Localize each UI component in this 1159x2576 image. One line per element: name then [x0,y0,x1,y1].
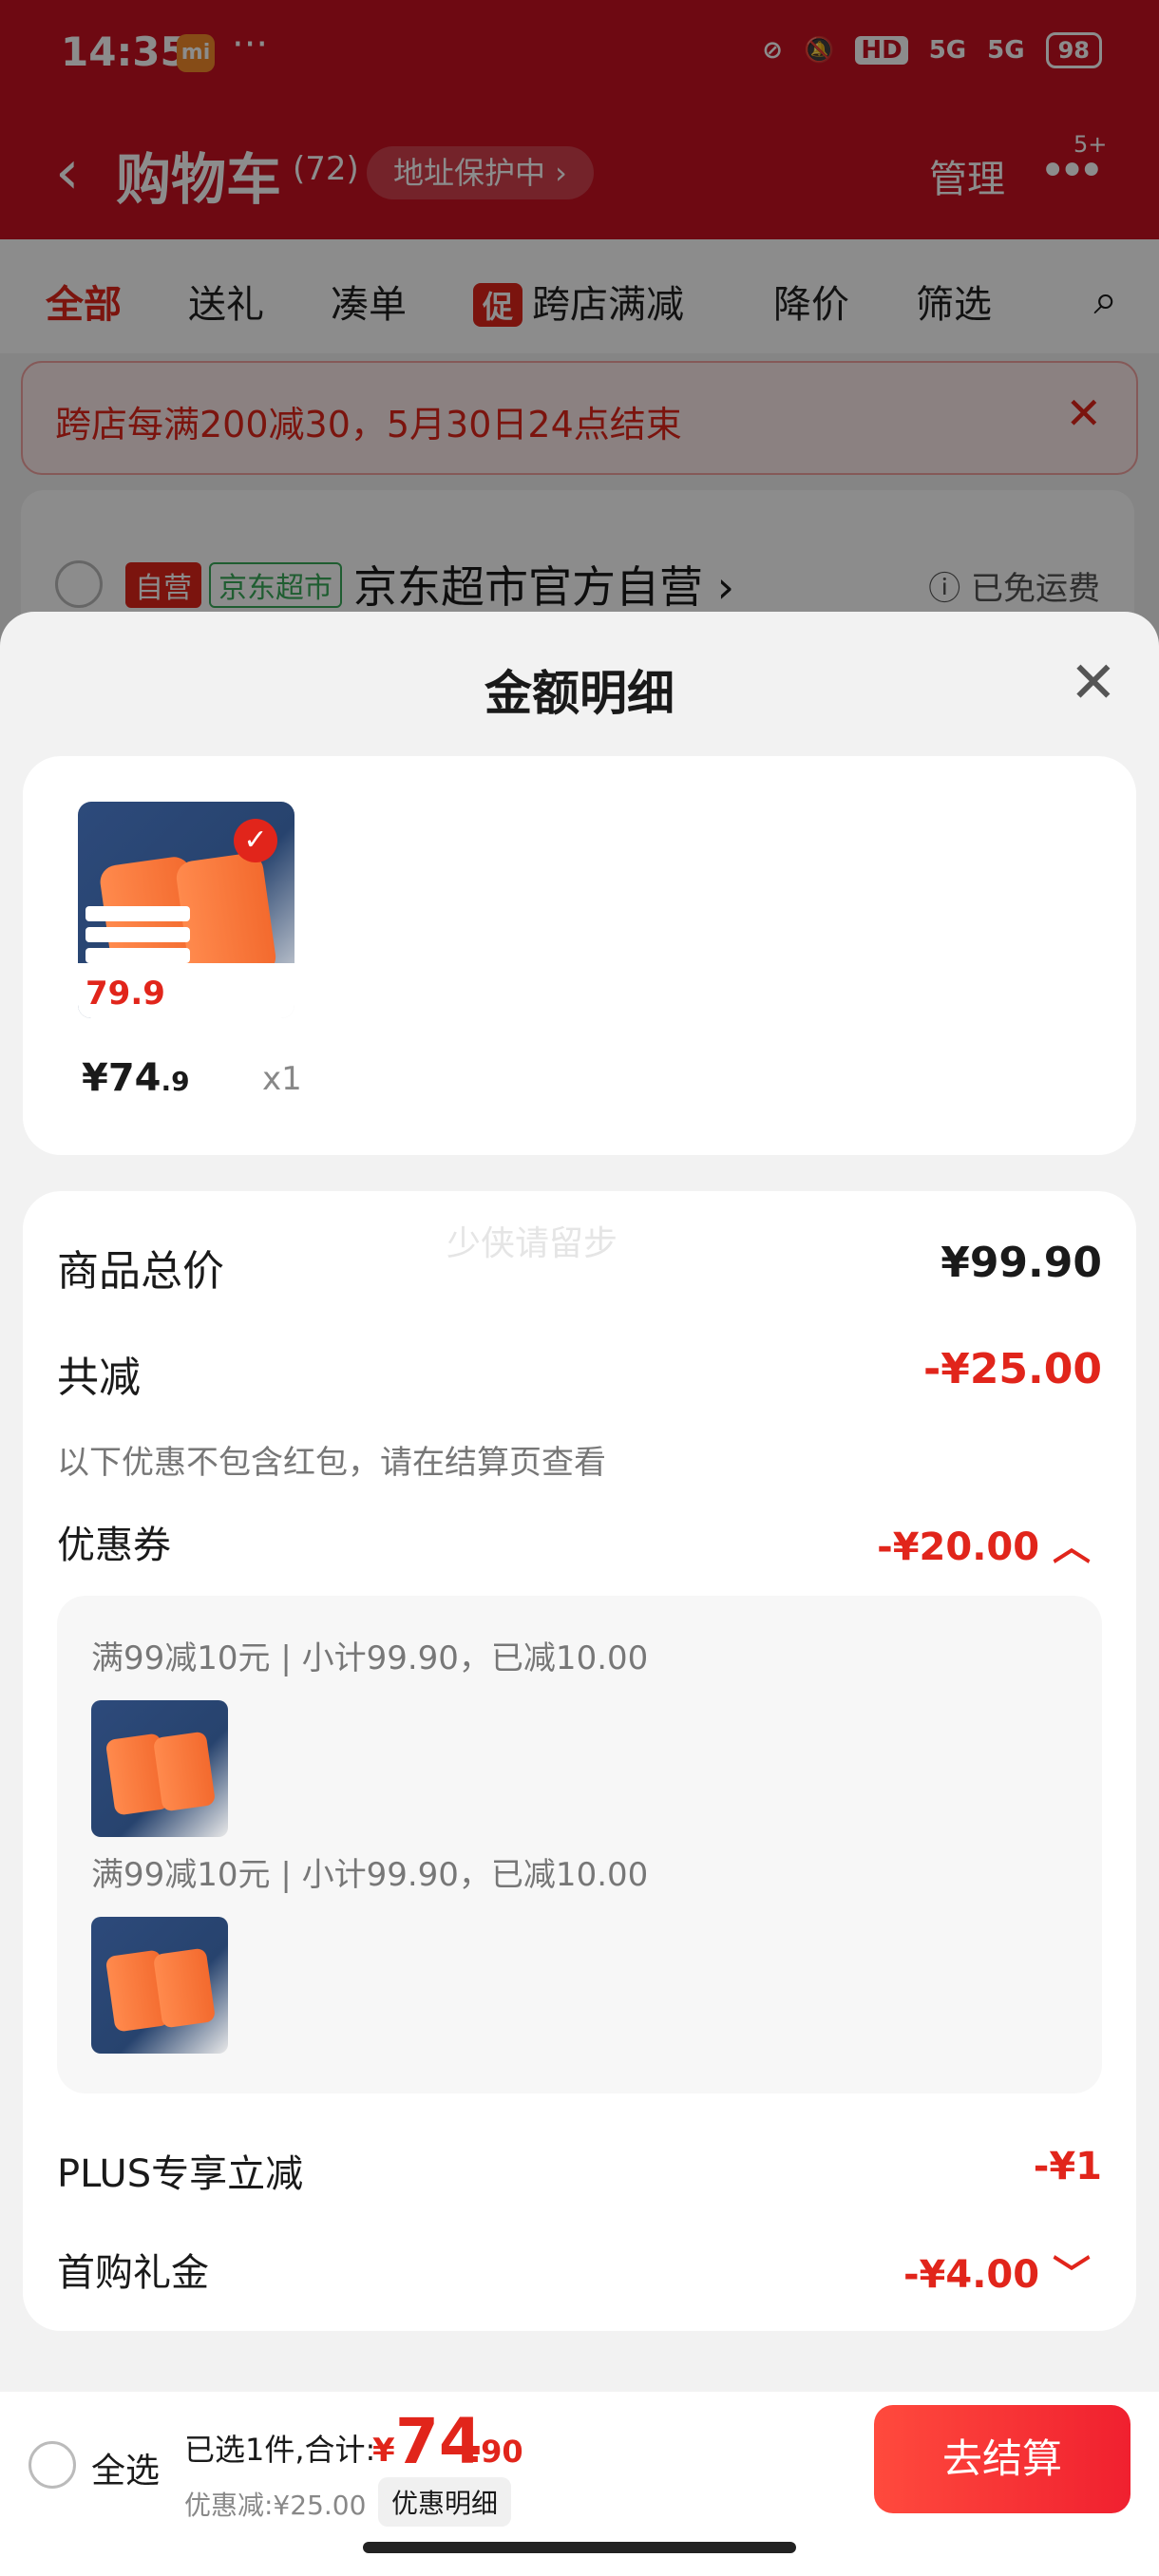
coupon-value-toggle[interactable]: -¥20.00 ︿ [877,1516,1091,1571]
coupon-product-thumbnail [91,1917,228,2054]
first-purchase-gift-label: 首购礼金 [57,2251,209,2295]
thumb-tag [86,906,190,921]
watermark: 少侠请留步 [446,1224,618,1263]
discount-summary: 优惠减:¥25.00 [184,2490,367,2521]
coupon-line: 满99减10元 | 小计99.90，已减10.00 [91,1639,649,1677]
product-card: ✓ 79.9 ¥74.9 x1 [23,756,1136,1155]
total-price-label: 商品总价 [57,1247,224,1296]
total-reduction-value: -¥25.00 [922,1345,1102,1393]
product-price-int: ¥74 [82,1056,162,1100]
coupon-product-thumbnail [91,1700,228,1837]
total-currency: ¥ [372,2432,395,2470]
thumb-tag [86,948,190,963]
close-icon[interactable]: ✕ [1070,650,1117,716]
coupon-breakdown: 满99减10元 | 小计99.90，已减10.00 满99减10元 | 小计99… [57,1596,1102,2093]
selected-count-text: 已选1件,合计: [184,2432,376,2468]
first-purchase-gift-value[interactable]: -¥4.00 ﹀ [903,2244,1091,2299]
thumb-tag [86,927,190,942]
coupon-line: 满99减10元 | 小计99.90，已减10.00 [91,1856,649,1894]
amount-details-sheet: 金额明细 ✕ ✓ 79.9 ¥74.9 x1 商品总价 ¥99.90 共减 -¥… [0,612,1159,2392]
product-price: ¥74.9 [82,1056,190,1100]
reduction-note: 以下优惠不包含红包，请在结算页查看 [57,1444,606,1482]
sheet-title: 金额明细 [484,666,674,721]
checkout-button[interactable]: 去结算 [874,2405,1130,2513]
select-all-checkbox[interactable] [28,2441,76,2489]
salmon-image-2 [152,1731,217,1812]
discount-details-button[interactable]: 优惠明细 [378,2477,512,2527]
product-thumbnail[interactable]: ✓ 79.9 [78,802,294,1018]
check-icon: ✓ [234,819,277,862]
total-price-value: ¥99.90 [940,1239,1102,1287]
total-amount-dec: .90 [469,2434,523,2470]
select-all-label[interactable]: 全选 [91,2443,160,2492]
total-reduction-label: 共减 [57,1354,141,1402]
thumb-price: 79.9 [86,975,165,1013]
product-quantity: x1 [262,1060,302,1098]
salmon-image-2 [152,1947,217,2029]
price-details-card: 商品总价 ¥99.90 共减 -¥25.00 以下优惠不包含红包，请在结算页查看… [23,1191,1136,2331]
home-indicator[interactable] [363,2542,796,2553]
plus-discount-value: -¥1 [1033,2145,1102,2188]
plus-discount-label: PLUS专享立减 [57,2152,304,2196]
product-price-dec: .9 [161,1066,190,1097]
coupon-label: 优惠券 [57,1524,171,1567]
